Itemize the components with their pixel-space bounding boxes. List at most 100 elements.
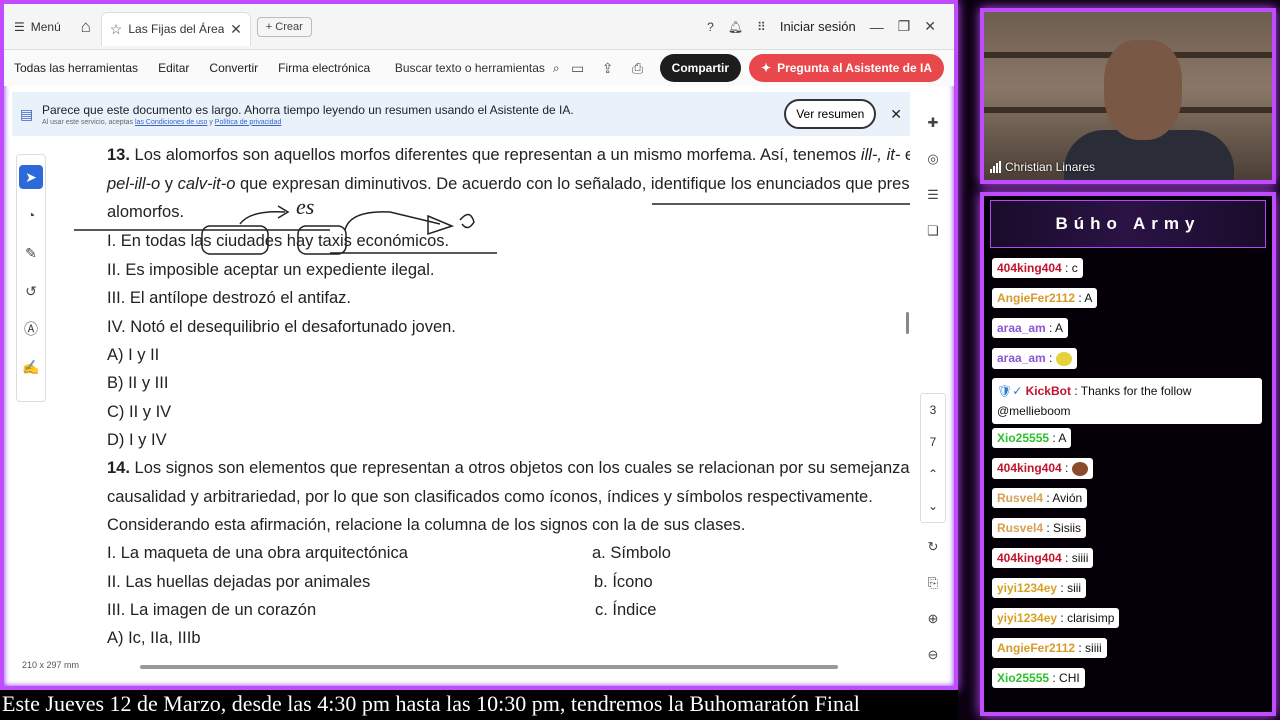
terms-link[interactable]: las Condiciones de uso <box>135 119 207 126</box>
print-icon[interactable]: ⎙ <box>626 56 650 80</box>
document-page: es 13. Los alomorfos son aquellos morfos… <box>60 138 910 658</box>
chat-username[interactable]: yiyi1234ey <box>997 611 1057 625</box>
chat-username[interactable]: Rusvel4 <box>997 491 1043 505</box>
home-icon[interactable]: ⌂ <box>71 12 101 42</box>
q13-text-c: y <box>160 175 178 193</box>
page-navigator: 3 7 ⌃ ⌄ <box>920 393 946 523</box>
fine-print-and: y <box>209 118 213 126</box>
all-tools-menu[interactable]: Todas las herramientas <box>4 61 148 75</box>
draw-loop-icon[interactable]: ↺ <box>19 279 43 303</box>
page-up-icon[interactable]: ⌃ <box>928 458 938 490</box>
page-down-icon[interactable]: ⌄ <box>928 490 938 522</box>
share-button[interactable]: Compartir <box>659 54 741 82</box>
ai-sparkle-icon: ✦ <box>761 61 772 75</box>
select-cursor-icon[interactable]: ➤ <box>19 165 43 189</box>
notifications-icon[interactable]: 🔔︎ <box>728 20 743 34</box>
chat-username[interactable]: KickBot <box>1026 384 1071 398</box>
chat-username[interactable]: 404king404 <box>997 551 1062 565</box>
menu-button[interactable]: ☰ Menú <box>4 12 71 42</box>
apps-grid-icon[interactable]: ⠿ <box>757 20 766 34</box>
chat-username[interactable]: 404king404 <box>997 261 1062 275</box>
q13-line2: pel-ill-o y calv-it-o que expresan dimin… <box>107 175 910 194</box>
text-box-icon[interactable]: Ⓐ <box>19 317 43 341</box>
streamer-name: Christian Linares <box>1005 160 1096 174</box>
toolbar: Todas las herramientas Editar Convertir … <box>4 50 954 86</box>
search-tools[interactable]: Buscar texto o herramientas ⌕ <box>395 61 560 76</box>
pages-icon[interactable]: ❏ <box>921 219 945 243</box>
announcement-ticker: Este Jueves 12 de Marzo, desde las 4:30 … <box>0 690 958 720</box>
fine-print-prefix: Al usar este servicio, aceptas <box>42 118 134 126</box>
chat-panel: Búho Army 404king404 : c AngieFer2112 : A… <box>980 192 1276 716</box>
plus-icon: + <box>265 20 276 33</box>
view-summary-button[interactable]: Ver resumen <box>784 99 877 129</box>
hamburger-icon: ☰ <box>14 19 25 34</box>
chat-message: yiyi1234ey : clarisimp <box>992 608 1120 628</box>
add-comment-icon[interactable]: ◔ <box>19 203 43 227</box>
esign-menu[interactable]: Firma electrónica <box>268 61 380 75</box>
chat-text: : siiii <box>1061 551 1089 565</box>
minimize-icon[interactable]: — <box>870 19 884 35</box>
chat-text: : Avión <box>1043 491 1083 505</box>
extract-page-icon[interactable]: ⎘ <box>921 571 945 595</box>
help-icon[interactable]: ? <box>707 20 714 34</box>
close-window-icon[interactable]: ✕ <box>924 18 936 35</box>
q13-item: I. En todas las ciudades hay taxis econó… <box>107 232 450 250</box>
q13-item: IV. Notó el desequilibrio el desafortuna… <box>107 318 456 336</box>
close-tab-icon[interactable]: ✕ <box>230 21 242 38</box>
zoom-in-icon[interactable]: ⊕ <box>921 607 945 631</box>
q13-text-a: Los alomorfos son aquellos morfos difere… <box>134 146 861 164</box>
banner-fine-print: Al usar este servicio, aceptas las Condi… <box>42 119 784 126</box>
horizontal-scrollbar[interactable] <box>140 665 838 669</box>
close-banner-icon[interactable]: ✕ <box>890 106 902 123</box>
q14-line3: Considerando esta afirmación, relacione … <box>107 516 746 534</box>
star-icon[interactable]: ☆ <box>110 21 123 38</box>
document-tab[interactable]: ☆ Las Fijas del Área A ... ✕ <box>100 11 251 46</box>
q13-item: II. Es imposible aceptar un expediente i… <box>107 261 435 279</box>
privacy-link[interactable]: Política de privacidad <box>215 119 282 126</box>
comments-icon[interactable]: ◎ <box>921 147 945 171</box>
ai-assistant-label: Pregunta al Asistente de IA <box>777 61 932 75</box>
vertical-scrollbar[interactable] <box>906 312 909 334</box>
q14-right-item: b. Ícono <box>594 573 653 591</box>
bookmarks-icon[interactable]: ☰ <box>921 183 945 207</box>
edit-menu[interactable]: Editar <box>148 61 199 75</box>
restore-icon[interactable]: ❐ <box>898 18 911 35</box>
chat-username[interactable]: araa_am <box>997 321 1046 335</box>
ai-panel-icon[interactable]: ✚ <box>921 111 945 135</box>
chat-text: : siii <box>1057 581 1082 595</box>
fill-sign-icon[interactable]: ✍ <box>19 355 43 379</box>
current-page[interactable]: 3 <box>930 394 937 426</box>
chat-username[interactable]: araa_am <box>997 351 1046 365</box>
chat-username[interactable]: Xio25555 <box>997 671 1049 685</box>
page-size-label: 210 x 297 mm <box>22 660 80 670</box>
pen-icon[interactable]: ✎ <box>19 241 43 265</box>
bot-badge-icon: 🛡︎✓ <box>997 384 1026 398</box>
chat-text: : CHI <box>1049 671 1080 685</box>
chat-message: 404king404 : c <box>992 258 1083 278</box>
convert-menu[interactable]: Convertir <box>199 61 268 75</box>
q13-line1: 13. Los alomorfos son aquellos morfos di… <box>107 146 910 165</box>
window-controls: ? 🔔︎ ⠿ Iniciar sesión — ❐ ✕ <box>707 18 954 35</box>
chat-message: araa_am : <box>992 348 1078 369</box>
upload-cloud-icon[interactable]: ⇪ <box>596 56 620 80</box>
login-button[interactable]: Iniciar sesión <box>780 19 856 34</box>
chat-username[interactable]: Rusvel4 <box>997 521 1043 535</box>
chat-username[interactable]: Xio25555 <box>997 431 1049 445</box>
chat-username[interactable]: yiyi1234ey <box>997 581 1057 595</box>
save-icon[interactable]: ▭ <box>566 56 590 80</box>
chat-username[interactable]: AngieFer2112 <box>997 641 1075 655</box>
summary-banner: ▤ Parece que este documento es largo. Ah… <box>12 92 910 136</box>
chat-text: : siiii <box>1075 641 1102 655</box>
chat-message: AngieFer2112 : siiii <box>992 638 1107 658</box>
chat-username[interactable]: AngieFer2112 <box>997 291 1075 305</box>
ai-assistant-button[interactable]: ✦ Pregunta al Asistente de IA <box>749 54 944 82</box>
chat-username[interactable]: 404king404 <box>997 461 1062 475</box>
q13-option: A) I y II <box>107 346 160 364</box>
chat-message: 404king404 : siiii <box>992 548 1094 568</box>
refresh-icon[interactable]: ↻ <box>921 535 945 559</box>
zoom-out-icon[interactable]: ⊖ <box>921 643 945 667</box>
ai-summary-icon: ▤ <box>20 105 34 122</box>
q13-option: D) I y IV <box>107 431 167 449</box>
search-icon: ⌕ <box>552 60 560 75</box>
new-tab-button[interactable]: + Crear <box>256 16 312 37</box>
